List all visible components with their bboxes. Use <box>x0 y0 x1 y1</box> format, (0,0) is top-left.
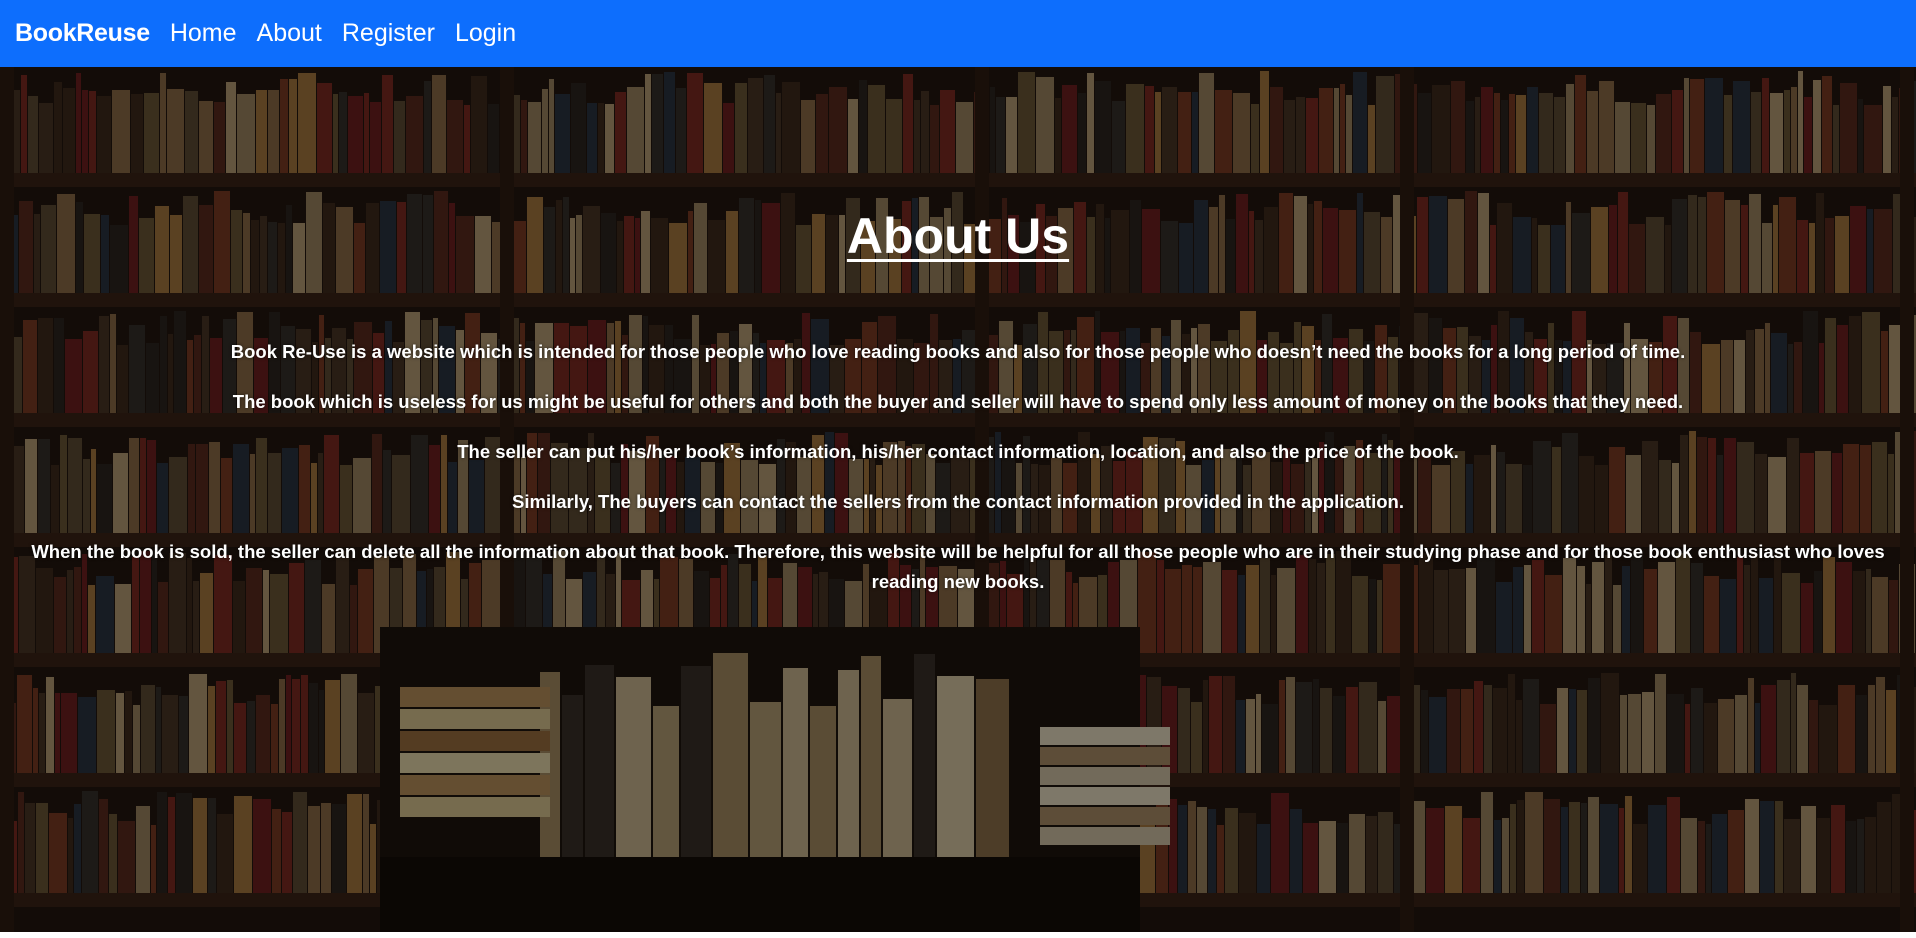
nav-link-about[interactable]: About <box>257 19 322 48</box>
page-title: About Us <box>846 208 1070 264</box>
nav-link-home[interactable]: Home <box>170 19 237 48</box>
about-paragraph-1: Book Re-Use is a website which is intend… <box>230 341 1686 362</box>
about-hero-section: About Us Book Re-Use is a website which … <box>0 67 1916 938</box>
about-paragraph-4: Similarly, The buyers can contact the se… <box>512 491 1404 512</box>
about-paragraph-3: The seller can put his/her book’s inform… <box>457 441 1459 462</box>
about-paragraph-2: The book which is useless for us might b… <box>232 391 1684 412</box>
page-bottom-edge <box>0 932 1916 938</box>
nav-link-register[interactable]: Register <box>342 19 435 48</box>
about-paragraph-5: When the book is sold, the seller can de… <box>31 541 1885 592</box>
top-navbar: BookReuse Home About Register Login <box>0 0 1916 67</box>
brand-logo[interactable]: BookReuse <box>15 19 150 48</box>
nav-link-login[interactable]: Login <box>455 19 516 48</box>
